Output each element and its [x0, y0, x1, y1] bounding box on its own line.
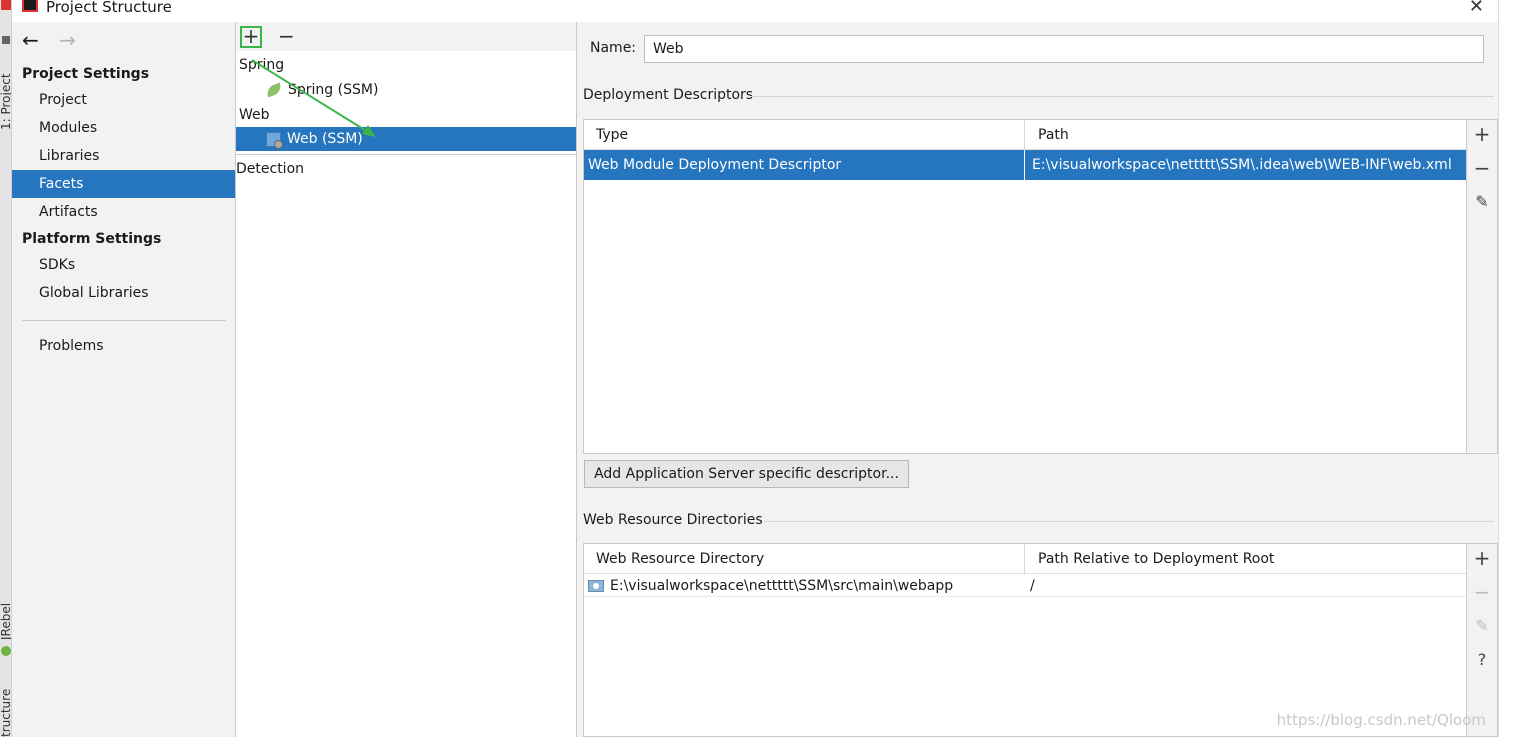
title-bar: Project Structure ✕ — [12, 0, 1498, 22]
jrebel-tool-tab[interactable]: JRebel — [0, 603, 11, 640]
relative-path-cell: / — [1030, 578, 1035, 594]
sidebar-item-facets[interactable]: Facets — [12, 170, 235, 198]
nav-arrows: ← → — [22, 28, 90, 52]
web-resource-directories-title: Web Resource Directories — [583, 512, 763, 528]
web-facet-icon — [266, 131, 283, 149]
watermark: https://blog.csdn.net/Qloom — [1276, 711, 1486, 729]
window-title: Project Structure — [46, 0, 172, 16]
structure-tool-tab[interactable]: tructure — [0, 689, 11, 737]
descriptor-type-cell: Web Module Deployment Descriptor — [588, 157, 842, 173]
facet-tree-panel: + − Spring Spring (SSM) Web Web (SSM) De… — [236, 22, 577, 737]
sidebar-item-sdks[interactable]: SDKs — [12, 251, 235, 279]
add-descriptor-button[interactable]: + — [1467, 122, 1497, 146]
column-header-relative-path[interactable]: Path Relative to Deployment Root — [1026, 544, 1274, 574]
remove-descriptor-button[interactable]: − — [1467, 156, 1497, 180]
sidebar-item-problems[interactable]: Problems — [12, 332, 235, 360]
tree-divider — [236, 154, 576, 155]
tree-group-web[interactable]: Web — [239, 103, 270, 127]
back-arrow-icon[interactable]: ← — [22, 28, 39, 52]
settings-sidebar: ← → Project Settings Project Modules Lib… — [12, 22, 236, 737]
sidebar-divider — [22, 320, 226, 321]
sidebar-item-modules[interactable]: Modules — [12, 114, 235, 142]
app-icon — [1, 0, 11, 10]
remove-facet-button[interactable]: − — [278, 24, 295, 48]
remove-resource-button[interactable]: − — [1467, 580, 1497, 604]
column-header-path[interactable]: Path — [1026, 120, 1069, 150]
table-row[interactable]: E:\visualworkspace\nettttt\SSM\src\main\… — [584, 575, 1466, 597]
edit-pencil-icon[interactable]: ✎ — [1467, 192, 1497, 211]
forward-arrow-icon[interactable]: → — [59, 28, 76, 52]
platform-settings-header: Platform Settings — [22, 231, 162, 247]
table-header: Type Path — [584, 120, 1466, 150]
tree-item-web-ssm[interactable]: Web (SSM) — [236, 127, 576, 151]
section-separator — [750, 96, 1494, 97]
column-divider — [1024, 544, 1025, 574]
edit-pencil-icon[interactable]: ✎ — [1467, 616, 1497, 635]
deployment-descriptors-title: Deployment Descriptors — [583, 87, 754, 103]
column-header-directory[interactable]: Web Resource Directory — [584, 544, 764, 574]
spring-leaf-icon — [264, 82, 284, 98]
facet-toolbar: + − — [236, 22, 576, 51]
tool-window-icon — [2, 36, 10, 44]
intellij-icon — [22, 0, 38, 12]
window-edge — [1498, 0, 1514, 737]
facet-details-panel: Name: Deployment Descriptors Type Path W… — [578, 22, 1498, 737]
sidebar-item-artifacts[interactable]: Artifacts — [12, 198, 235, 226]
sidebar-item-project[interactable]: Project — [12, 86, 235, 114]
sidebar-item-global-libraries[interactable]: Global Libraries — [12, 279, 235, 307]
jrebel-icon — [1, 646, 11, 656]
sidebar-item-libraries[interactable]: Libraries — [12, 142, 235, 170]
project-tool-tab[interactable]: 1: Project — [0, 73, 11, 130]
tree-group-spring[interactable]: Spring — [239, 53, 284, 77]
tree-item-label: Web (SSM) — [287, 131, 363, 147]
close-button[interactable]: ✕ — [1469, 0, 1484, 17]
resource-toolbar: + − ✎ ? — [1467, 543, 1498, 737]
descriptor-toolbar: + − ✎ — [1467, 119, 1498, 454]
column-header-type[interactable]: Type — [584, 120, 628, 150]
web-folder-icon — [588, 580, 604, 592]
directory-path: E:\visualworkspace\nettttt\SSM\src\main\… — [610, 578, 954, 594]
name-field[interactable] — [644, 35, 1484, 63]
ide-tool-strip: 1: Project JRebel tructure — [0, 0, 12, 737]
add-resource-button[interactable]: + — [1467, 546, 1497, 570]
web-resource-table: Web Resource Directory Path Relative to … — [583, 543, 1467, 737]
help-icon[interactable]: ? — [1467, 650, 1497, 669]
add-server-descriptor-button[interactable]: Add Application Server specific descript… — [584, 460, 909, 488]
column-divider — [1024, 120, 1025, 150]
tree-item-label: Spring (SSM) — [288, 82, 379, 98]
directory-cell: E:\visualworkspace\nettttt\SSM\src\main\… — [584, 575, 953, 597]
column-divider — [1024, 150, 1025, 180]
table-header: Web Resource Directory Path Relative to … — [584, 544, 1466, 574]
section-separator — [764, 521, 1494, 522]
deployment-descriptors-table: Type Path Web Module Deployment Descript… — [583, 119, 1467, 454]
project-settings-header: Project Settings — [22, 66, 150, 82]
add-facet-button[interactable]: + — [240, 26, 262, 48]
name-label: Name: — [590, 40, 637, 56]
tree-item-spring-ssm[interactable]: Spring (SSM) — [264, 78, 379, 102]
table-row[interactable]: Web Module Deployment Descriptor E:\visu… — [584, 150, 1466, 180]
descriptor-path-cell: E:\visualworkspace\nettttt\SSM\.idea\web… — [1032, 157, 1452, 173]
tree-item-detection[interactable]: Detection — [236, 157, 304, 181]
